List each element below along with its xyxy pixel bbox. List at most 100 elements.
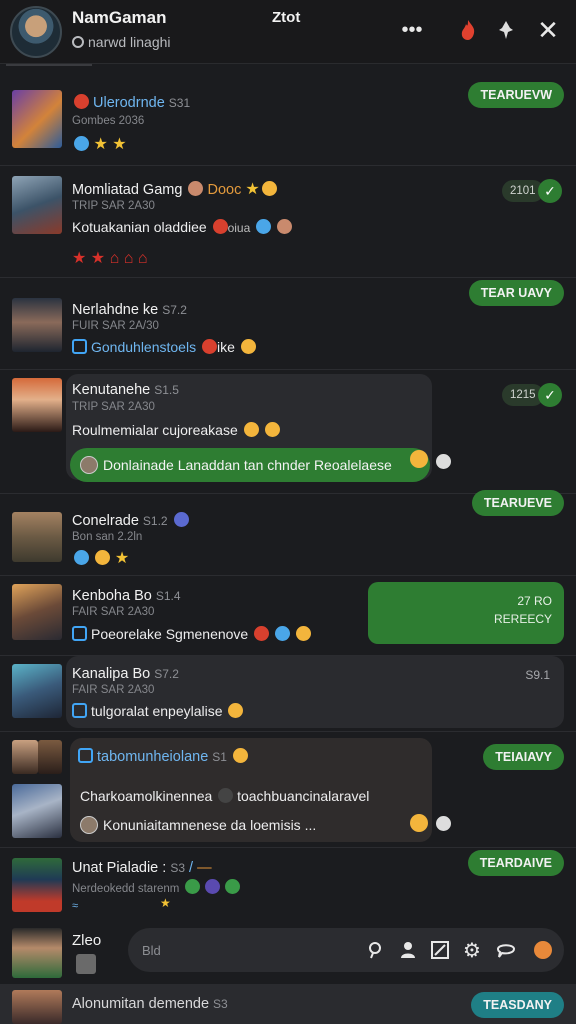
globe-icon <box>74 136 89 151</box>
item-meta: Bon san 2.2ln <box>72 531 143 543</box>
quote-icon <box>72 339 87 354</box>
smile-icon <box>232 748 248 763</box>
smile-icon <box>410 814 428 832</box>
item-name: Kanalipa Bo <box>72 666 151 682</box>
list-item[interactable]: Unat Pialadie : S3 / — Nerdeokedd starenm… <box>0 848 576 924</box>
chat-icon[interactable] <box>494 938 518 962</box>
status-pill[interactable]: TEARUEVW <box>468 82 564 108</box>
highlight-box[interactable]: 27 RO REREECY <box>368 582 564 644</box>
more-icon[interactable]: ••• <box>396 14 428 46</box>
smile-icon <box>240 339 256 354</box>
game-thumbnail <box>12 298 62 352</box>
item-message: Gonduhlenstoels ike <box>72 339 256 355</box>
face-icon <box>436 454 451 469</box>
emoji-icon[interactable] <box>530 938 554 962</box>
status-pill[interactable]: TEARUEVE <box>471 490 564 516</box>
item-meta: TRIP SAR 2A30 <box>72 401 155 413</box>
item-title: Kenboha Bo S1.4 <box>72 588 181 604</box>
status-pill[interactable]: TEAR UAVY <box>468 280 564 306</box>
face-icon <box>277 219 293 234</box>
item-number: S31 <box>168 96 191 110</box>
avatar <box>80 816 98 834</box>
highlight-line-2: REREECY <box>493 612 552 626</box>
quote-icon <box>72 626 87 641</box>
status-pill[interactable]: TEIAIAVY <box>483 744 564 770</box>
highlight-line-1: 27 RO <box>517 594 552 608</box>
reply-line: Konuniaitamnenese da loemisis ... <box>80 816 316 834</box>
message-text: tulgoralat enpeylalise <box>91 703 223 719</box>
item-name: tabomunheiolane <box>97 749 209 765</box>
attachment-icon[interactable] <box>76 954 96 974</box>
fire-icon[interactable] <box>452 14 484 46</box>
reply-text: Donlainade Lanaddan tan chnder Reoalelae… <box>103 457 392 473</box>
list-item[interactable]: Nerlahdne ke S7.2 FUIR SAR 2A/30 Gonduhle… <box>0 278 576 370</box>
game-thumbnail <box>12 990 62 1024</box>
star-icon: ★ <box>72 250 87 267</box>
message-suffix: ike <box>216 339 235 355</box>
globe-icon <box>184 879 200 894</box>
list-item[interactable]: Kenboha Bo S1.4 FAIR SAR 2A30 Poeorelake … <box>0 576 576 656</box>
message-text: Gonduhlenstoels <box>91 339 197 355</box>
message-input[interactable] <box>142 938 342 962</box>
user-icon[interactable] <box>396 938 420 962</box>
item-number: S7.2 <box>162 303 187 317</box>
avatar-small <box>38 740 62 774</box>
status-pill[interactable]: TEASDANY <box>471 992 564 1018</box>
game-thumbnail <box>12 928 62 978</box>
reply-bubble[interactable]: Donlainade Lanaddan tan chnder Reoalelae… <box>70 448 430 482</box>
close-icon[interactable]: ✕ <box>532 14 564 46</box>
rating: ≈ ★ <box>72 896 171 914</box>
game-thumbnail <box>12 176 62 234</box>
quote-icon <box>78 748 93 763</box>
drop-icon <box>74 550 89 565</box>
chat-title: NamGaman <box>72 8 167 27</box>
smile-icon <box>410 450 428 468</box>
item-meta: TRIP SAR 2A30 <box>72 200 155 212</box>
list-item[interactable]: Momliatad Gamg Dooc ★ TRIP SAR 2A30 Kotu… <box>0 166 576 278</box>
settings-icon[interactable]: ⚙ <box>460 938 484 962</box>
smile-icon <box>243 422 259 437</box>
star-icon: ★ <box>114 550 130 567</box>
avatar <box>80 456 98 474</box>
item-name: Unat Pialadie : <box>72 860 167 876</box>
face-icon <box>436 816 451 831</box>
smile-icon <box>295 626 311 641</box>
game-thumbnail <box>12 512 62 562</box>
item-title: Alonumitan demende S3 <box>72 996 228 1012</box>
item-title: Unat Pialadie : S3 / — <box>72 860 212 876</box>
image-icon[interactable] <box>428 938 452 962</box>
home-icon: ⌂ <box>109 250 120 267</box>
list-item[interactable]: Alonumitan demende S3 TEASDANY <box>0 984 576 1024</box>
item-number: S3 <box>170 861 185 875</box>
item-name: Kenboha Bo <box>72 588 152 604</box>
item-number: S1.2 <box>142 514 168 528</box>
rating: ★ ★ <box>72 134 127 154</box>
item-message: Roulmemialar cujoreakase <box>72 422 280 438</box>
check-icon[interactable]: ✓ <box>538 179 562 203</box>
check-icon[interactable]: ✓ <box>538 383 562 407</box>
item-title: tabomunheiolane S1 <box>78 748 248 765</box>
list-item[interactable]: Conelrade S1.2 Bon san 2.2ln ★ TEARUEVE <box>0 490 576 576</box>
status-pill[interactable]: TEARDAIVE <box>467 850 564 876</box>
star-icon: ★ <box>93 136 108 153</box>
pin-icon[interactable] <box>490 14 522 46</box>
quote-icon <box>72 703 87 718</box>
reply-text: Konuniaitamnenese da loemisis ... <box>103 817 317 833</box>
face-icon <box>254 626 270 641</box>
message-text: Poeorelake Sgmenenove <box>91 626 249 642</box>
smile-icon <box>261 181 277 196</box>
dash-icon: — <box>197 860 212 876</box>
fire-icon <box>201 339 217 354</box>
list-item[interactable]: Kanalipa Bo S7.2 FAIR SAR 2A30 tulgoralat… <box>0 656 576 732</box>
rating: ★ <box>72 548 129 568</box>
star-icon: ★ <box>160 896 171 910</box>
list-item[interactable]: tabomunheiolane S1 Charkoamolkinennea toa… <box>0 732 576 848</box>
message-suffix: toachbuancinalaravel <box>237 788 370 804</box>
smile-icon <box>95 550 111 565</box>
avatar[interactable] <box>10 6 62 58</box>
list-item[interactable]: Kenutanehe S1.5 TRIP SAR 2A30 Roulmemiala… <box>0 370 576 494</box>
search-icon[interactable] <box>364 938 388 962</box>
list-item[interactable]: Ulerodrnde S31 Gombes 2036 ★ ★ TEARUEVW <box>0 70 576 166</box>
game-thumbnail <box>12 378 62 432</box>
box-number: S9.1 <box>525 668 550 682</box>
